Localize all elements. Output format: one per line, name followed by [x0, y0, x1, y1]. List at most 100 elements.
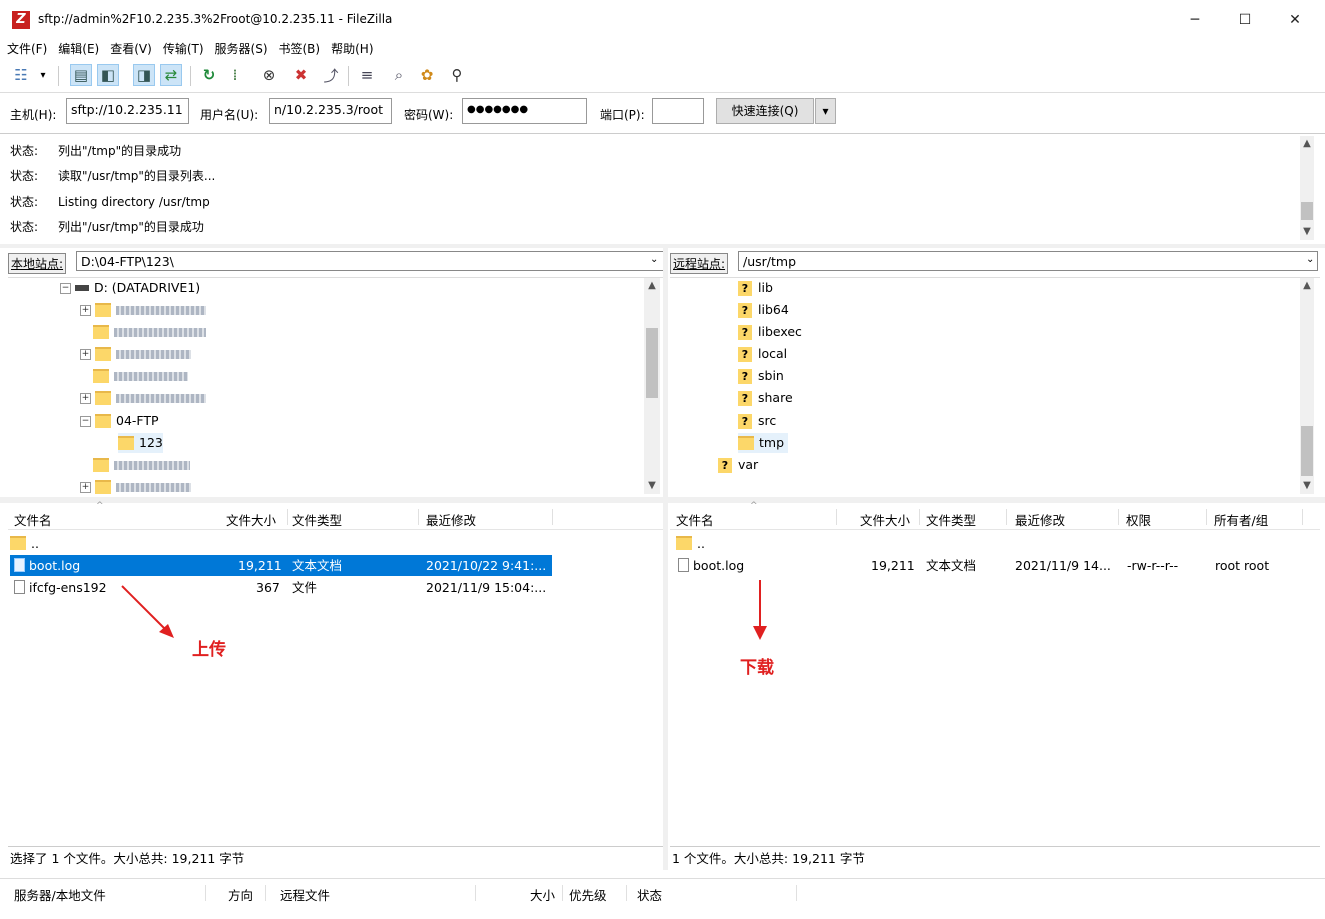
compare-icon[interactable]: ⌕ [388, 64, 410, 86]
column-remote-file[interactable]: 远程文件 [280, 885, 330, 904]
menu-server[interactable]: 服务器(S) [208, 40, 272, 58]
scroll-down-icon[interactable]: ▼ [1301, 226, 1313, 237]
tree-item-123[interactable]: 123 [118, 433, 163, 453]
username-input[interactable]: n/10.2.235.3/root [269, 98, 392, 124]
menu-help[interactable]: 帮助(H) [324, 40, 377, 58]
transfer-queue-toggle-icon[interactable]: ⇄ [160, 64, 182, 86]
tree-item-folder[interactable]: + [80, 300, 206, 320]
file-row-parent[interactable]: .. [676, 533, 1296, 554]
chevron-down-icon[interactable]: ⌄ [1306, 254, 1314, 265]
tree-item-src[interactable]: ? src [738, 411, 776, 431]
column-permissions[interactable]: 权限 [1126, 510, 1151, 529]
expand-icon[interactable]: + [80, 481, 91, 493]
collapse-icon[interactable]: − [60, 282, 71, 294]
column-modified[interactable]: 最近修改 [426, 510, 476, 529]
minimize-button[interactable]: ─ [1175, 6, 1215, 34]
scroll-thumb[interactable] [1301, 426, 1313, 476]
tree-item-folder[interactable]: + [80, 388, 206, 408]
message-log-toggle-icon[interactable]: ▤ [70, 64, 92, 86]
password-input[interactable]: ●●●●●●● [462, 98, 587, 124]
scroll-thumb[interactable] [646, 328, 658, 398]
column-filesize[interactable]: 文件大小 [860, 510, 910, 529]
tree-item-folder[interactable] [93, 366, 188, 386]
menu-view[interactable]: 查看(V) [103, 40, 156, 58]
dropdown-icon[interactable]: ▾ [36, 64, 50, 86]
blurred-folder-name [116, 482, 191, 492]
remote-path-input[interactable]: /usr/tmp [738, 251, 1318, 271]
tree-item-folder[interactable]: + [80, 477, 191, 496]
column-modified[interactable]: 最近修改 [1015, 510, 1065, 529]
column-status[interactable]: 状态 [637, 885, 662, 904]
process-queue-icon[interactable]: ⁞ [224, 64, 246, 86]
menu-edit[interactable]: 编辑(E) [51, 40, 103, 58]
column-separator [287, 509, 288, 525]
menu-bookmarks[interactable]: 书签(B) [272, 40, 325, 58]
expand-icon[interactable]: + [80, 392, 91, 404]
column-priority[interactable]: 优先级 [569, 885, 607, 904]
port-input[interactable] [652, 98, 704, 124]
close-button[interactable]: ✕ [1275, 6, 1315, 34]
expand-icon[interactable]: + [80, 304, 91, 316]
blurred-folder-name [116, 349, 191, 359]
tree-item-sbin[interactable]: ? sbin [738, 366, 784, 386]
menu-file[interactable]: 文件(F) [0, 40, 51, 58]
tree-item-lib[interactable]: ? lib [738, 278, 773, 298]
expand-icon[interactable]: + [80, 348, 91, 360]
menu-transfer[interactable]: 传输(T) [156, 40, 208, 58]
tree-item-folder[interactable]: + [80, 344, 191, 364]
column-owner-group[interactable]: 所有者/组 [1214, 510, 1268, 529]
quickconnect-dropdown-button[interactable]: ▾ [815, 98, 836, 124]
column-filetype[interactable]: 文件类型 [926, 510, 976, 529]
scroll-down-icon[interactable]: ▼ [1301, 480, 1313, 491]
scroll-up-icon[interactable]: ▲ [1301, 138, 1313, 149]
scroll-up-icon[interactable]: ▲ [1301, 280, 1313, 291]
site-manager-icon[interactable]: ☷ [10, 64, 32, 86]
local-path-input[interactable]: D:\04-FTP\123\ [76, 251, 666, 271]
tree-item-share[interactable]: ? share [738, 388, 793, 408]
host-input[interactable]: sftp://10.2.235.11 [66, 98, 189, 124]
filter-icon[interactable]: ≡ [356, 64, 378, 86]
chevron-down-icon[interactable]: ⌄ [650, 254, 658, 265]
scroll-up-icon[interactable]: ▲ [646, 280, 658, 291]
local-tree-toggle-icon[interactable]: ◧ [97, 64, 119, 86]
tree-item-lib64[interactable]: ? lib64 [738, 300, 789, 320]
search-icon[interactable]: ⚲ [446, 64, 468, 86]
tree-item-folder[interactable] [93, 322, 206, 342]
disconnect-icon[interactable]: ✖ [290, 64, 312, 86]
column-filename[interactable]: 文件名 [14, 510, 52, 529]
column-direction[interactable]: 方向 [228, 885, 253, 904]
scroll-thumb[interactable] [1301, 202, 1313, 220]
maximize-button[interactable]: ☐ [1225, 6, 1265, 34]
vertical-splitter[interactable] [663, 248, 668, 870]
tree-item-04-ftp[interactable]: − 04-FTP [80, 411, 159, 431]
tree-item-libexec[interactable]: ? libexec [738, 322, 802, 342]
column-filename[interactable]: 文件名 [676, 510, 714, 529]
tree-item-folder[interactable] [93, 455, 190, 475]
remote-tree-scrollbar[interactable]: ▲ ▼ [1300, 278, 1314, 494]
local-status-bar: 选择了 1 个文件。大小总共: 19,211 字节 [8, 846, 663, 871]
column-separator [836, 509, 837, 525]
tree-item-var[interactable]: ? var [718, 455, 758, 475]
file-row-boot-log[interactable]: boot.log 19,211 文本文档 2021/11/9 14... -rw… [676, 555, 1296, 576]
blurred-folder-name [114, 460, 190, 470]
refresh-icon[interactable]: ↻ [198, 64, 220, 86]
file-row-ifcfg-ens192[interactable]: ifcfg-ens192 367 文件 2021/11/9 15:04:... [10, 577, 552, 598]
column-filetype[interactable]: 文件类型 [292, 510, 342, 529]
column-size[interactable]: 大小 [530, 885, 555, 904]
collapse-icon[interactable]: − [80, 415, 91, 427]
log-scrollbar[interactable]: ▲ ▼ [1300, 136, 1314, 240]
tree-item-tmp[interactable]: tmp [738, 433, 789, 453]
reconnect-icon[interactable]: ⤴ [320, 64, 342, 86]
remote-tree-toggle-icon[interactable]: ◨ [133, 64, 155, 86]
column-filesize[interactable]: 文件大小 [226, 510, 276, 529]
cancel-icon[interactable]: ⊗ [258, 64, 280, 86]
sync-browse-icon[interactable]: ✿ [416, 64, 438, 86]
scroll-down-icon[interactable]: ▼ [646, 480, 658, 491]
column-server-local-file[interactable]: 服务器/本地文件 [14, 885, 106, 904]
file-row-boot-log[interactable]: boot.log 19,211 文本文档 2021/10/22 9:41:... [10, 555, 552, 576]
file-row-parent[interactable]: .. [10, 533, 550, 554]
local-tree-scrollbar[interactable]: ▲ ▼ [644, 278, 660, 494]
tree-item-local[interactable]: ? local [738, 344, 787, 364]
quickconnect-button[interactable]: 快速连接(Q) [716, 98, 814, 124]
tree-item-drive-d[interactable]: − D: (DATADRIVE1) [60, 278, 200, 298]
